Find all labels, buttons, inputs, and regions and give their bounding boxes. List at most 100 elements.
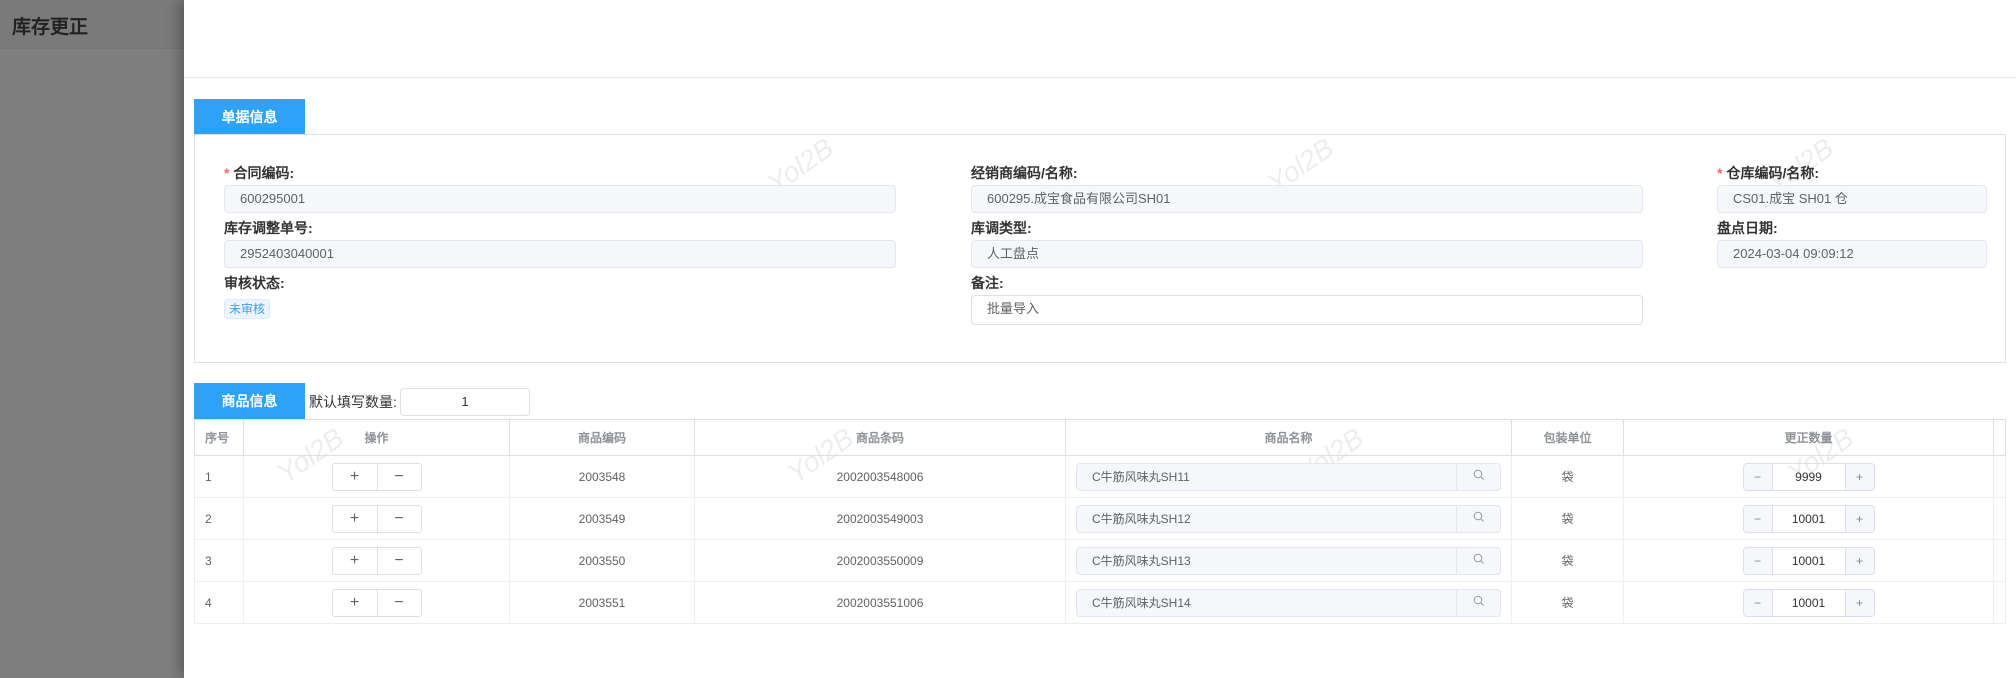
- row-barcode: 2002003551006: [694, 581, 1066, 624]
- product-name-input[interactable]: C牛筋风味丸SH13: [1076, 546, 1501, 575]
- table-row: 4 + − 2003551 2002003551006 C牛筋风味丸SH14 袋 …: [194, 581, 2006, 624]
- warehouse-input[interactable]: CS01.成宝 SH01 仓: [1717, 185, 1987, 213]
- remark-input[interactable]: 批量导入: [971, 295, 1643, 325]
- decrease-button[interactable]: −: [1743, 505, 1772, 532]
- count-date-label: 盘点日期:: [1717, 220, 1778, 236]
- row-code: 2003550: [509, 539, 695, 582]
- qty-input[interactable]: 10001: [1771, 505, 1846, 532]
- adjust-type-label: 库调类型:: [971, 220, 1032, 236]
- increase-button[interactable]: +: [1845, 505, 1874, 532]
- product-name-input[interactable]: C牛筋风味丸SH12: [1076, 504, 1501, 533]
- row-seq: 3: [194, 539, 244, 582]
- row-qty-cell: −9999 +: [1623, 455, 1994, 498]
- col-qty: 更正数量: [1623, 419, 1994, 456]
- row-ops: + −: [243, 581, 510, 624]
- contract-code-label: * 合同编码:: [224, 165, 295, 181]
- tab-goods-info[interactable]: 商品信息: [194, 383, 305, 419]
- row-ops: + −: [243, 539, 510, 582]
- row-ops-group: + −: [331, 504, 422, 533]
- modal-overlay[interactable]: [0, 0, 184, 678]
- row-extra: [1993, 581, 2006, 624]
- qty-input[interactable]: 10001: [1771, 547, 1846, 574]
- add-row-button[interactable]: +: [333, 548, 377, 574]
- row-name-cell: C牛筋风味丸SH11: [1065, 455, 1512, 498]
- search-icon[interactable]: [1456, 505, 1500, 532]
- audit-status-badge: 未审核: [224, 299, 271, 319]
- col-code: 商品编码: [509, 419, 695, 456]
- drawer: 单据信息 Yol2B Yol2B Yol2B * 合同编码: 600295001 …: [184, 0, 2016, 678]
- qty-stepper[interactable]: −9999 +: [1742, 462, 1875, 491]
- table-row: 2 + − 2003549 2002003549003 C牛筋风味丸SH12 袋 …: [194, 497, 2006, 540]
- decrease-button[interactable]: −: [1743, 589, 1772, 616]
- remove-row-button[interactable]: −: [376, 463, 421, 490]
- row-ops-group: + −: [331, 546, 422, 575]
- remove-row-button[interactable]: −: [376, 547, 421, 574]
- row-code: 2003548: [509, 455, 695, 498]
- audit-status-label: 审核状态:: [224, 275, 285, 291]
- search-icon[interactable]: [1456, 589, 1500, 616]
- warehouse-label: * 仓库编码/名称:: [1717, 165, 1820, 181]
- remove-row-button[interactable]: −: [376, 505, 421, 532]
- page-header: 库存更正: [0, 0, 184, 49]
- row-barcode: 2002003550009: [694, 539, 1066, 582]
- product-name-input[interactable]: C牛筋风味丸SH14: [1076, 588, 1501, 617]
- increase-button[interactable]: +: [1845, 589, 1874, 616]
- row-code: 2003549: [509, 497, 695, 540]
- remove-row-button[interactable]: −: [376, 589, 421, 616]
- qty-stepper[interactable]: −10001 +: [1742, 504, 1875, 533]
- row-unit: 袋: [1511, 497, 1624, 540]
- row-ops: + −: [243, 455, 510, 498]
- add-row-button[interactable]: +: [333, 590, 377, 616]
- tab-doc-info[interactable]: 单据信息: [194, 99, 305, 134]
- drawer-header: [184, 0, 2016, 78]
- row-ops-group: + −: [331, 462, 422, 491]
- search-icon[interactable]: [1456, 463, 1500, 490]
- row-unit: 袋: [1511, 539, 1624, 582]
- default-qty-label: 默认填写数量:: [309, 394, 397, 410]
- adjust-no-label: 库存调整单号:: [224, 220, 313, 236]
- add-row-button[interactable]: +: [333, 464, 377, 490]
- row-qty-cell: −10001 +: [1623, 539, 1994, 582]
- adjust-no-input[interactable]: 2952403040001: [224, 240, 896, 268]
- product-name-input[interactable]: C牛筋风味丸SH11: [1076, 462, 1501, 491]
- contract-code-input[interactable]: 600295001: [224, 185, 896, 213]
- row-ops-group: + −: [331, 588, 422, 617]
- row-extra: [1993, 497, 2006, 540]
- decrease-button[interactable]: −: [1743, 547, 1772, 574]
- page-title: 库存更正: [12, 17, 89, 38]
- row-qty-cell: −10001 +: [1623, 581, 1994, 624]
- row-ops: + −: [243, 497, 510, 540]
- row-extra: [1993, 455, 2006, 498]
- table-row: 3 + − 2003550 2002003550009 C牛筋风味丸SH13 袋 …: [194, 539, 2006, 582]
- adjust-type-input[interactable]: 人工盘点: [971, 240, 1643, 268]
- row-extra: [1993, 539, 2006, 582]
- dealer-input[interactable]: 600295.成宝食品有限公司SH01: [971, 185, 1643, 213]
- goods-table: 序号 操作 商品编码 商品条码 商品名称 包装单位 更正数量 1 + − 2003…: [194, 419, 2006, 624]
- row-seq: 2: [194, 497, 244, 540]
- product-name: C牛筋风味丸SH14: [1092, 595, 1191, 610]
- product-name: C牛筋风味丸SH11: [1092, 469, 1190, 484]
- product-name: C牛筋风味丸SH13: [1092, 553, 1191, 568]
- qty-stepper[interactable]: −10001 +: [1742, 546, 1875, 575]
- row-unit: 袋: [1511, 455, 1624, 498]
- row-qty-cell: −10001 +: [1623, 497, 1994, 540]
- row-barcode: 2002003548006: [694, 455, 1066, 498]
- decrease-button[interactable]: −: [1743, 463, 1772, 490]
- default-qty-input[interactable]: 1: [400, 388, 530, 416]
- qty-stepper[interactable]: −10001 +: [1742, 588, 1875, 617]
- qty-input[interactable]: 9999: [1771, 463, 1846, 490]
- count-date-input[interactable]: 2024-03-04 09:09:12: [1717, 240, 1987, 268]
- row-name-cell: C牛筋风味丸SH14: [1065, 581, 1512, 624]
- col-ops: 操作: [243, 419, 510, 456]
- dealer-label: 经销商编码/名称:: [971, 165, 1078, 181]
- row-code: 2003551: [509, 581, 695, 624]
- increase-button[interactable]: +: [1845, 463, 1874, 490]
- add-row-button[interactable]: +: [333, 506, 377, 532]
- col-extra: [1993, 419, 2006, 456]
- table-header: 序号 操作 商品编码 商品条码 商品名称 包装单位 更正数量: [194, 419, 2006, 456]
- row-name-cell: C牛筋风味丸SH13: [1065, 539, 1512, 582]
- col-barcode: 商品条码: [694, 419, 1066, 456]
- search-icon[interactable]: [1456, 547, 1500, 574]
- qty-input[interactable]: 10001: [1771, 589, 1846, 616]
- increase-button[interactable]: +: [1845, 547, 1874, 574]
